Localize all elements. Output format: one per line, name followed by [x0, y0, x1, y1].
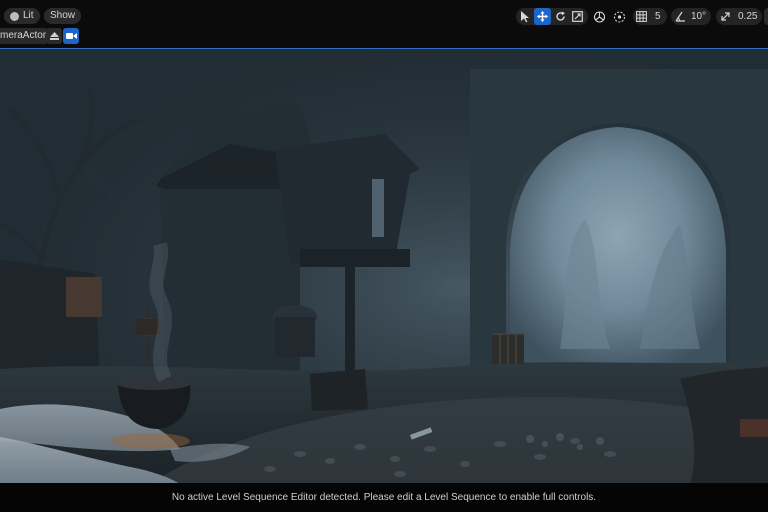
scale-snap-toggle[interactable]	[717, 8, 734, 25]
viewport-toolbar: Lit Show meraActor 5 10° 0.25	[0, 0, 768, 48]
cursor-arrow-icon	[521, 11, 529, 22]
grid-snap-toggle[interactable]	[633, 8, 650, 25]
coordinate-space-button[interactable]	[591, 8, 608, 25]
camera-view-button[interactable]	[63, 28, 79, 44]
scale-tool-button[interactable]	[569, 8, 586, 25]
viewport-options-button[interactable]	[764, 8, 768, 25]
rotate-tool-button[interactable]	[552, 8, 569, 25]
select-tool-button[interactable]	[517, 8, 534, 25]
scene-render	[0, 49, 768, 484]
move-arrows-icon	[537, 11, 548, 22]
grid-snap-value[interactable]: 5	[655, 8, 661, 25]
eject-icon	[50, 32, 59, 40]
surface-snapping-button[interactable]	[611, 8, 628, 25]
level-viewport[interactable]	[0, 48, 768, 484]
rotation-snap-toggle[interactable]	[672, 8, 689, 25]
status-message: No active Level Sequence Editor detected…	[171, 492, 597, 503]
sequencer-status-bar: No active Level Sequence Editor detected…	[0, 483, 768, 512]
show-label: Show	[50, 10, 76, 21]
translate-tool-button[interactable]	[534, 8, 551, 25]
lit-sphere-icon	[10, 11, 19, 21]
scale-snap-value[interactable]: 0.25	[738, 8, 757, 25]
rotate-icon	[556, 11, 565, 21]
view-mode-button[interactable]: Lit	[4, 8, 40, 24]
expand-arrows-icon	[721, 12, 730, 21]
grid-icon	[636, 11, 647, 22]
view-mode-label: Lit	[23, 10, 34, 21]
scale-icon	[572, 11, 583, 22]
show-button[interactable]: Show	[44, 8, 82, 24]
rotation-snap-value[interactable]: 10°	[691, 8, 706, 25]
piloted-actor-label[interactable]: meraActor	[0, 28, 53, 44]
world-axes-icon	[593, 10, 606, 23]
camera-actor-label: meraActor	[0, 30, 47, 41]
video-camera-icon	[65, 33, 77, 39]
surface-snap-icon	[613, 10, 626, 23]
eject-button[interactable]	[47, 28, 62, 44]
angle-icon	[675, 11, 685, 22]
